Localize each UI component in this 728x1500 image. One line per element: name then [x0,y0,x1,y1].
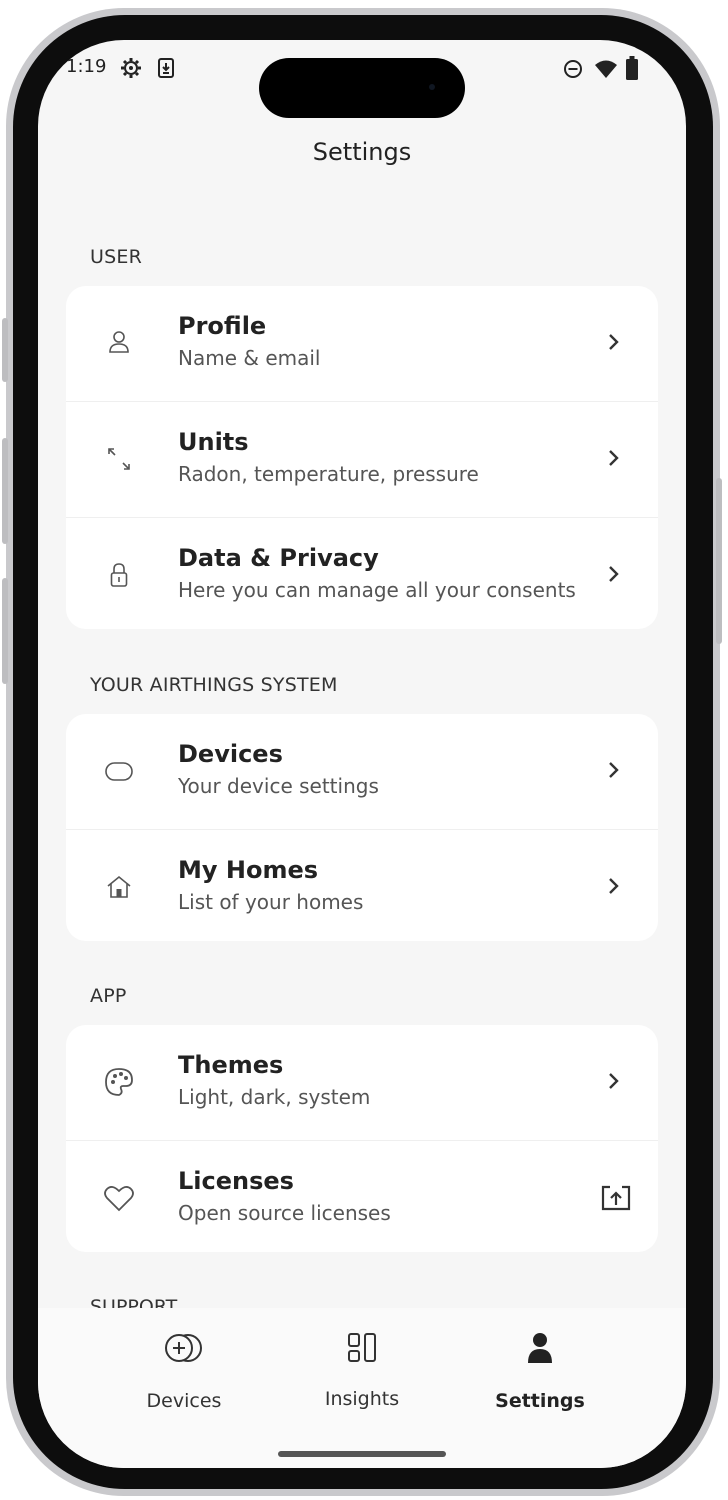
insights-icon [348,1333,376,1362]
bottom-tab-bar: Devices Insights Settings [38,1308,686,1468]
tab-label: Insights [324,1388,400,1410]
tab-label: Devices [146,1390,222,1412]
settings-item-my-homes[interactable]: My Homes List of your homes [66,830,658,941]
settings-item-subtitle: Open source licenses [178,1201,391,1225]
settings-item-devices[interactable]: Devices Your device settings [66,714,658,830]
settings-item-title: Themes [178,1051,284,1079]
add-device-icon [165,1334,202,1362]
battery-icon [626,56,638,80]
settings-item-title: Data & Privacy [178,544,379,572]
tab-label: Settings [495,1390,585,1412]
settings-item-subtitle: Name & email [178,346,321,370]
person-icon [109,331,129,353]
lock-icon [110,563,128,587]
settings-item-subtitle: Your device settings [178,774,379,798]
house-icon [107,875,131,898]
settings-item-licenses[interactable]: Licenses Open source licenses [66,1141,658,1252]
settings-item-title: Licenses [178,1167,294,1195]
action-button [2,318,8,382]
settings-item-title: Profile [178,312,267,340]
settings-item-subtitle: List of your homes [178,890,364,914]
chevron-right-icon [609,1073,619,1089]
wifi-icon [595,60,617,78]
power-button [716,478,722,644]
system-settings-card: Devices Your device settings My Homes Li… [66,714,658,941]
heart-icon [104,1186,134,1212]
settings-item-title: Devices [178,740,283,768]
settings-item-subtitle: Light, dark, system [178,1085,371,1109]
settings-item-themes[interactable]: Themes Light, dark, system [66,1025,658,1141]
volume-down-button [2,578,8,684]
settings-item-subtitle: Here you can manage all your consents [178,578,576,602]
download-icon [158,58,174,78]
section-header-app: APP [90,985,127,1007]
user-settings-card: Profile Name & email Units Radon, temper… [66,286,658,629]
tab-insights[interactable]: Insights [262,1308,462,1418]
person-filled-icon [528,1333,552,1363]
settings-item-title: My Homes [178,856,319,884]
settings-item-title: Units [178,428,249,456]
screen: 1:19 Settings USER Profile Name & email … [38,40,686,1468]
palette-icon [105,1068,133,1096]
settings-item-data-privacy[interactable]: Data & Privacy Here you can manage all y… [66,518,658,629]
chevron-right-icon [609,762,619,778]
external-link-icon [601,1185,631,1211]
chevron-right-icon [609,450,619,466]
page-title: Settings [312,138,412,166]
section-header-airthings-system: YOUR AIRTHINGS SYSTEM [90,674,338,696]
home-indicator [278,1451,446,1457]
tab-settings[interactable]: Settings [440,1308,640,1418]
dynamic-island [259,58,465,118]
resize-arrows-icon [108,448,130,470]
device-icon [105,762,133,781]
dnd-icon [564,60,582,78]
settings-item-profile[interactable]: Profile Name & email [66,286,658,402]
volume-up-button [2,438,8,544]
settings-item-subtitle: Radon, temperature, pressure [178,462,479,486]
status-time: 1:19 [66,56,107,77]
settings-item-units[interactable]: Units Radon, temperature, pressure [66,402,658,518]
chevron-right-icon [609,566,619,582]
gear-icon [121,58,141,78]
chevron-right-icon [609,334,619,350]
chevron-right-icon [609,878,619,894]
section-header-user: USER [90,246,142,268]
camera-dot [429,84,435,90]
tab-devices[interactable]: Devices [84,1308,284,1418]
app-settings-card: Themes Light, dark, system Licenses Open… [66,1025,658,1252]
